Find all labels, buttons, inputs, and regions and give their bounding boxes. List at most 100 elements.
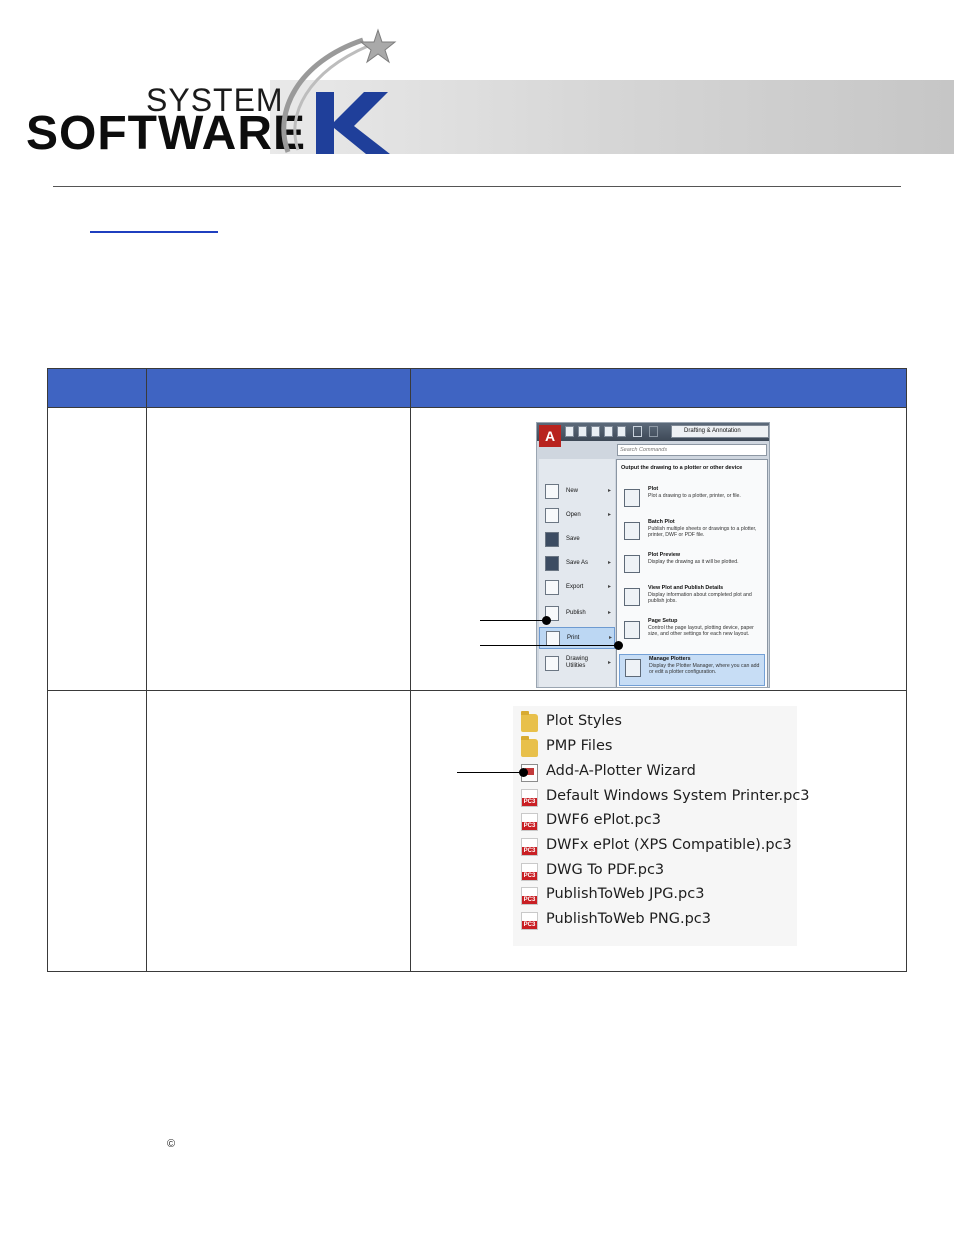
entry-view-plot-details[interactable]: View Plot and Publish Details Display in…: [619, 584, 765, 615]
menu-item-save[interactable]: Save: [539, 529, 615, 551]
menu-item-save-as[interactable]: Save As ▸: [539, 553, 615, 575]
copyright-symbol: ©: [167, 1138, 176, 1150]
entry-title: Page Setup: [648, 618, 678, 624]
list-item[interactable]: PublishToWeb JPG.pc3: [521, 885, 791, 907]
table-header-row: [48, 369, 906, 407]
submenu-arrow-icon: ▸: [608, 560, 612, 566]
undo-icon[interactable]: [633, 426, 642, 437]
folder-icon: [521, 711, 538, 732]
printer-icon: [546, 631, 560, 646]
workspace-dropdown[interactable]: Drafting & Annotation: [671, 425, 769, 438]
entry-plot-preview[interactable]: Plot Preview Display the drawing as it w…: [619, 551, 765, 582]
entry-description: Display the Plotter Manager, where you c…: [649, 663, 760, 676]
file-name: DWG To PDF.pc3: [546, 862, 665, 878]
entry-title: Manage Plotters: [649, 656, 691, 662]
entry-description: Display the drawing as it will be plotte…: [648, 559, 739, 565]
open-folder-icon: [545, 508, 559, 523]
file-name: PublishToWeb JPG.pc3: [546, 886, 705, 902]
application-button[interactable]: A: [539, 425, 561, 447]
menu-item-label: Publish: [566, 610, 586, 616]
entry-manage-plotters[interactable]: Manage Plotters Display the Plotter Mana…: [619, 654, 765, 686]
file-name: PMP Files: [546, 738, 613, 754]
entry-description: Control the page layout, plotting device…: [648, 625, 754, 638]
new-file-icon: [545, 484, 559, 499]
callout-line-wizard: [457, 772, 525, 773]
row-divider: [48, 690, 906, 691]
save-as-icon[interactable]: [604, 426, 613, 437]
pc3-file-icon: [521, 887, 538, 905]
page-header: SYSTEM SOFTWARE K: [0, 0, 954, 175]
row-divider: [48, 407, 906, 408]
list-item[interactable]: Plot Styles: [521, 711, 791, 734]
redo-icon[interactable]: [649, 426, 658, 437]
pc3-file-icon: [521, 863, 538, 881]
entry-page-setup[interactable]: Page Setup Control the page layout, plot…: [619, 617, 765, 651]
menu-item-label: Open: [566, 512, 581, 518]
list-item[interactable]: DWF6 ePlot.pc3: [521, 811, 791, 833]
entry-plot[interactable]: Plot Plot a drawing to a plotter, printe…: [619, 485, 765, 516]
list-item[interactable]: PMP Files: [521, 736, 791, 759]
menu-item-label: Save As: [566, 560, 589, 566]
search-commands-input[interactable]: Search Commands: [617, 444, 767, 456]
list-item[interactable]: DWG To PDF.pc3: [521, 861, 791, 883]
toolbar-icons: [565, 426, 665, 438]
plot-icon[interactable]: [617, 426, 626, 437]
logo-letter: K: [316, 82, 317, 83]
menu-item-open[interactable]: Open ▸: [539, 505, 615, 527]
submenu-arrow-icon: ▸: [609, 635, 613, 641]
folder-icon: [521, 736, 538, 757]
list-item-add-a-plotter-wizard[interactable]: Add-A-Plotter Wizard: [521, 762, 791, 784]
submenu-arrow-icon: ▸: [608, 610, 612, 616]
menu-item-export[interactable]: Export ▸: [539, 577, 615, 599]
file-name: PublishToWeb PNG.pc3: [546, 911, 712, 927]
pc3-file-icon: [521, 912, 538, 930]
list-item[interactable]: Default Windows System Printer.pc3: [521, 787, 810, 809]
submenu-arrow-icon: ▸: [608, 660, 612, 666]
entry-title: Plot Preview: [648, 552, 681, 558]
submenu-arrow-icon: ▸: [608, 488, 612, 494]
header-divider: [53, 186, 901, 187]
new-icon[interactable]: [565, 426, 574, 437]
entry-description: Display information about completed plot…: [648, 592, 752, 605]
callout-dot-manage-plotters: [614, 641, 623, 650]
file-name: DWF6 ePlot.pc3: [546, 812, 661, 828]
manage-plotters-icon: [625, 659, 641, 677]
menu-item-label: Print: [567, 635, 580, 641]
list-item[interactable]: DWFx ePlot (XPS Compatible).pc3: [521, 836, 792, 858]
plot-preview-icon: [624, 555, 640, 573]
pc3-file-icon: [521, 789, 538, 807]
save-disk-icon: [545, 532, 559, 547]
export-icon: [545, 580, 559, 595]
file-name: Default Windows System Printer.pc3: [546, 788, 810, 804]
hyperlink-underline[interactable]: [90, 231, 218, 233]
quick-access-toolbar: Drafting & Annotation: [537, 423, 769, 441]
column-divider: [146, 369, 147, 971]
save-as-icon: [545, 556, 559, 571]
plot-details-icon: [624, 588, 640, 606]
entry-batch-plot[interactable]: Batch Plot Publish multiple sheets or dr…: [619, 518, 765, 549]
submenu-arrow-icon: ▸: [608, 512, 612, 518]
page-setup-icon: [624, 621, 640, 639]
file-name: DWFx ePlot (XPS Compatible).pc3: [546, 837, 792, 853]
list-item[interactable]: PublishToWeb PNG.pc3: [521, 910, 791, 932]
save-icon[interactable]: [591, 426, 600, 437]
plotters-folder-screenshot: Plot Styles PMP Files Add-A-Plotter Wiza…: [513, 706, 810, 946]
drawing-utilities-icon: [545, 656, 559, 671]
entry-description: Publish multiple sheets or drawings to a…: [648, 526, 757, 539]
pc3-file-icon: [521, 813, 538, 831]
batch-plot-icon: [624, 522, 640, 540]
column-divider: [410, 369, 411, 971]
cad-application-menu-screenshot: Drafting & Annotation A Search Commands …: [536, 422, 770, 688]
menu-item-label: Export: [566, 584, 584, 590]
menu-item-new[interactable]: New ▸: [539, 481, 615, 503]
menu-item-drawing-utilities[interactable]: Drawing Utilities ▸: [539, 653, 615, 681]
entry-description: Plot a drawing to a plotter, printer, or…: [648, 493, 741, 499]
menu-item-label: Drawing Utilities: [566, 656, 589, 669]
open-icon[interactable]: [578, 426, 587, 437]
entry-title: Batch Plot: [648, 519, 675, 525]
logo-text-software: SOFTWARE: [26, 107, 306, 160]
callout-dot-publish: [542, 616, 551, 625]
menu-item-label: Save: [566, 536, 580, 542]
callout-line-publish: [480, 620, 546, 621]
entry-title: View Plot and Publish Details: [648, 585, 724, 591]
